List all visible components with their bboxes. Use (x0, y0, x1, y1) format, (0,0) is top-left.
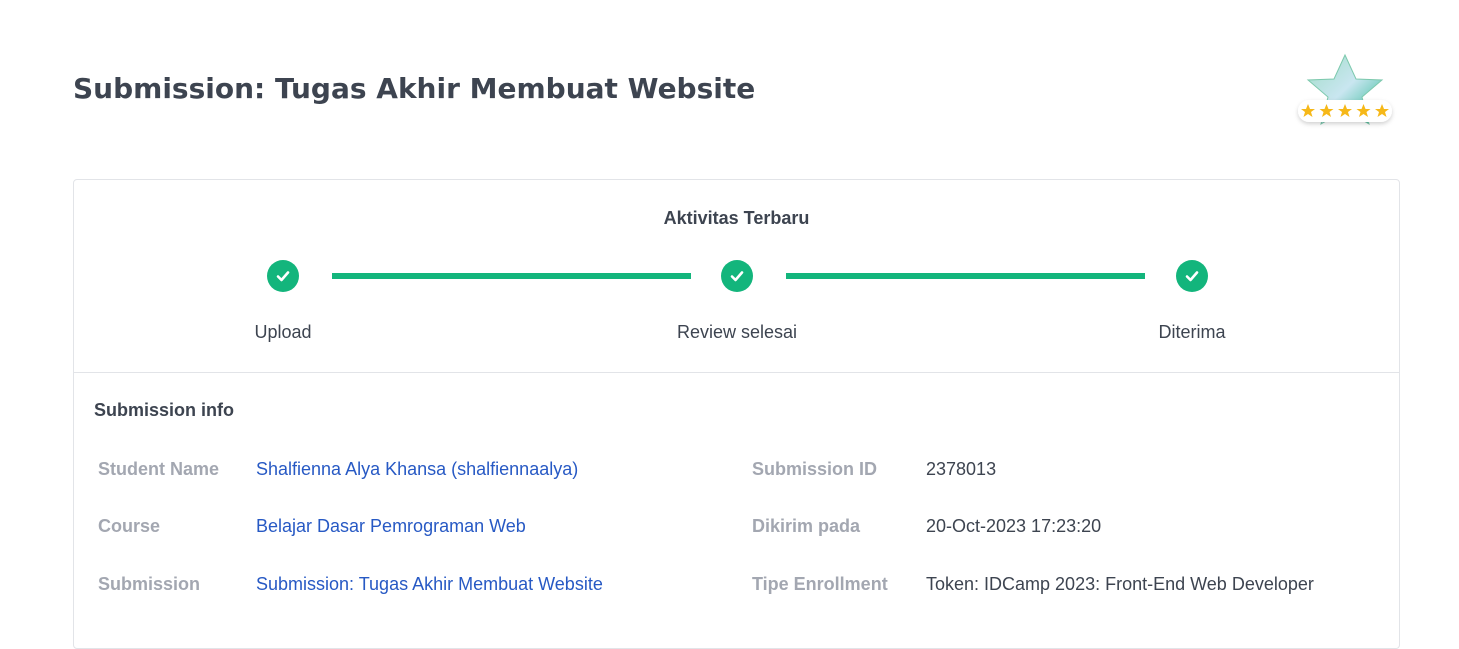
step-review-label: Review selesai (676, 322, 798, 342)
step-accepted-check-icon (1176, 260, 1208, 292)
activity-section: Aktivitas Terbaru Upload Review selesai … (74, 180, 1399, 373)
enrollment-type-label: Tipe Enrollment (752, 574, 888, 594)
step-upload-label: Upload (254, 322, 312, 342)
course-link[interactable]: Belajar Dasar Pemrograman Web (256, 516, 526, 537)
student-name-label: Student Name (98, 459, 220, 479)
progress-line-review-accepted (786, 273, 1145, 279)
step-upload-check-icon (267, 260, 299, 292)
submission-link[interactable]: Submission: Tugas Akhir Membuat Website (256, 574, 603, 595)
activity-title: Aktivitas Terbaru (663, 208, 810, 228)
page-title: Submission: Tugas Akhir Membuat Website (73, 72, 756, 105)
step-review-check-icon (721, 260, 753, 292)
submitted-at-value: 20-Oct-2023 17:23:20 (926, 516, 1102, 536)
course-label: Course (98, 516, 161, 536)
student-name-link[interactable]: Shalfienna Alya Khansa (shalfiennaalya) (256, 459, 578, 480)
step-accepted-label: Diterima (1158, 322, 1226, 342)
enrollment-type-value: Token: IDCamp 2023: Front-End Web Develo… (926, 574, 1314, 594)
progress-line-upload-review (332, 273, 691, 279)
submission-id-value: 2378013 (926, 459, 997, 479)
star-rating-badge-icon (1293, 52, 1397, 134)
submission-id-label: Submission ID (752, 459, 878, 479)
submission-info-title: Submission info (94, 400, 235, 420)
submission-card: Aktivitas Terbaru Upload Review selesai … (73, 179, 1400, 649)
submitted-at-label: Dikirim pada (752, 516, 861, 536)
submission-label: Submission (98, 574, 201, 594)
